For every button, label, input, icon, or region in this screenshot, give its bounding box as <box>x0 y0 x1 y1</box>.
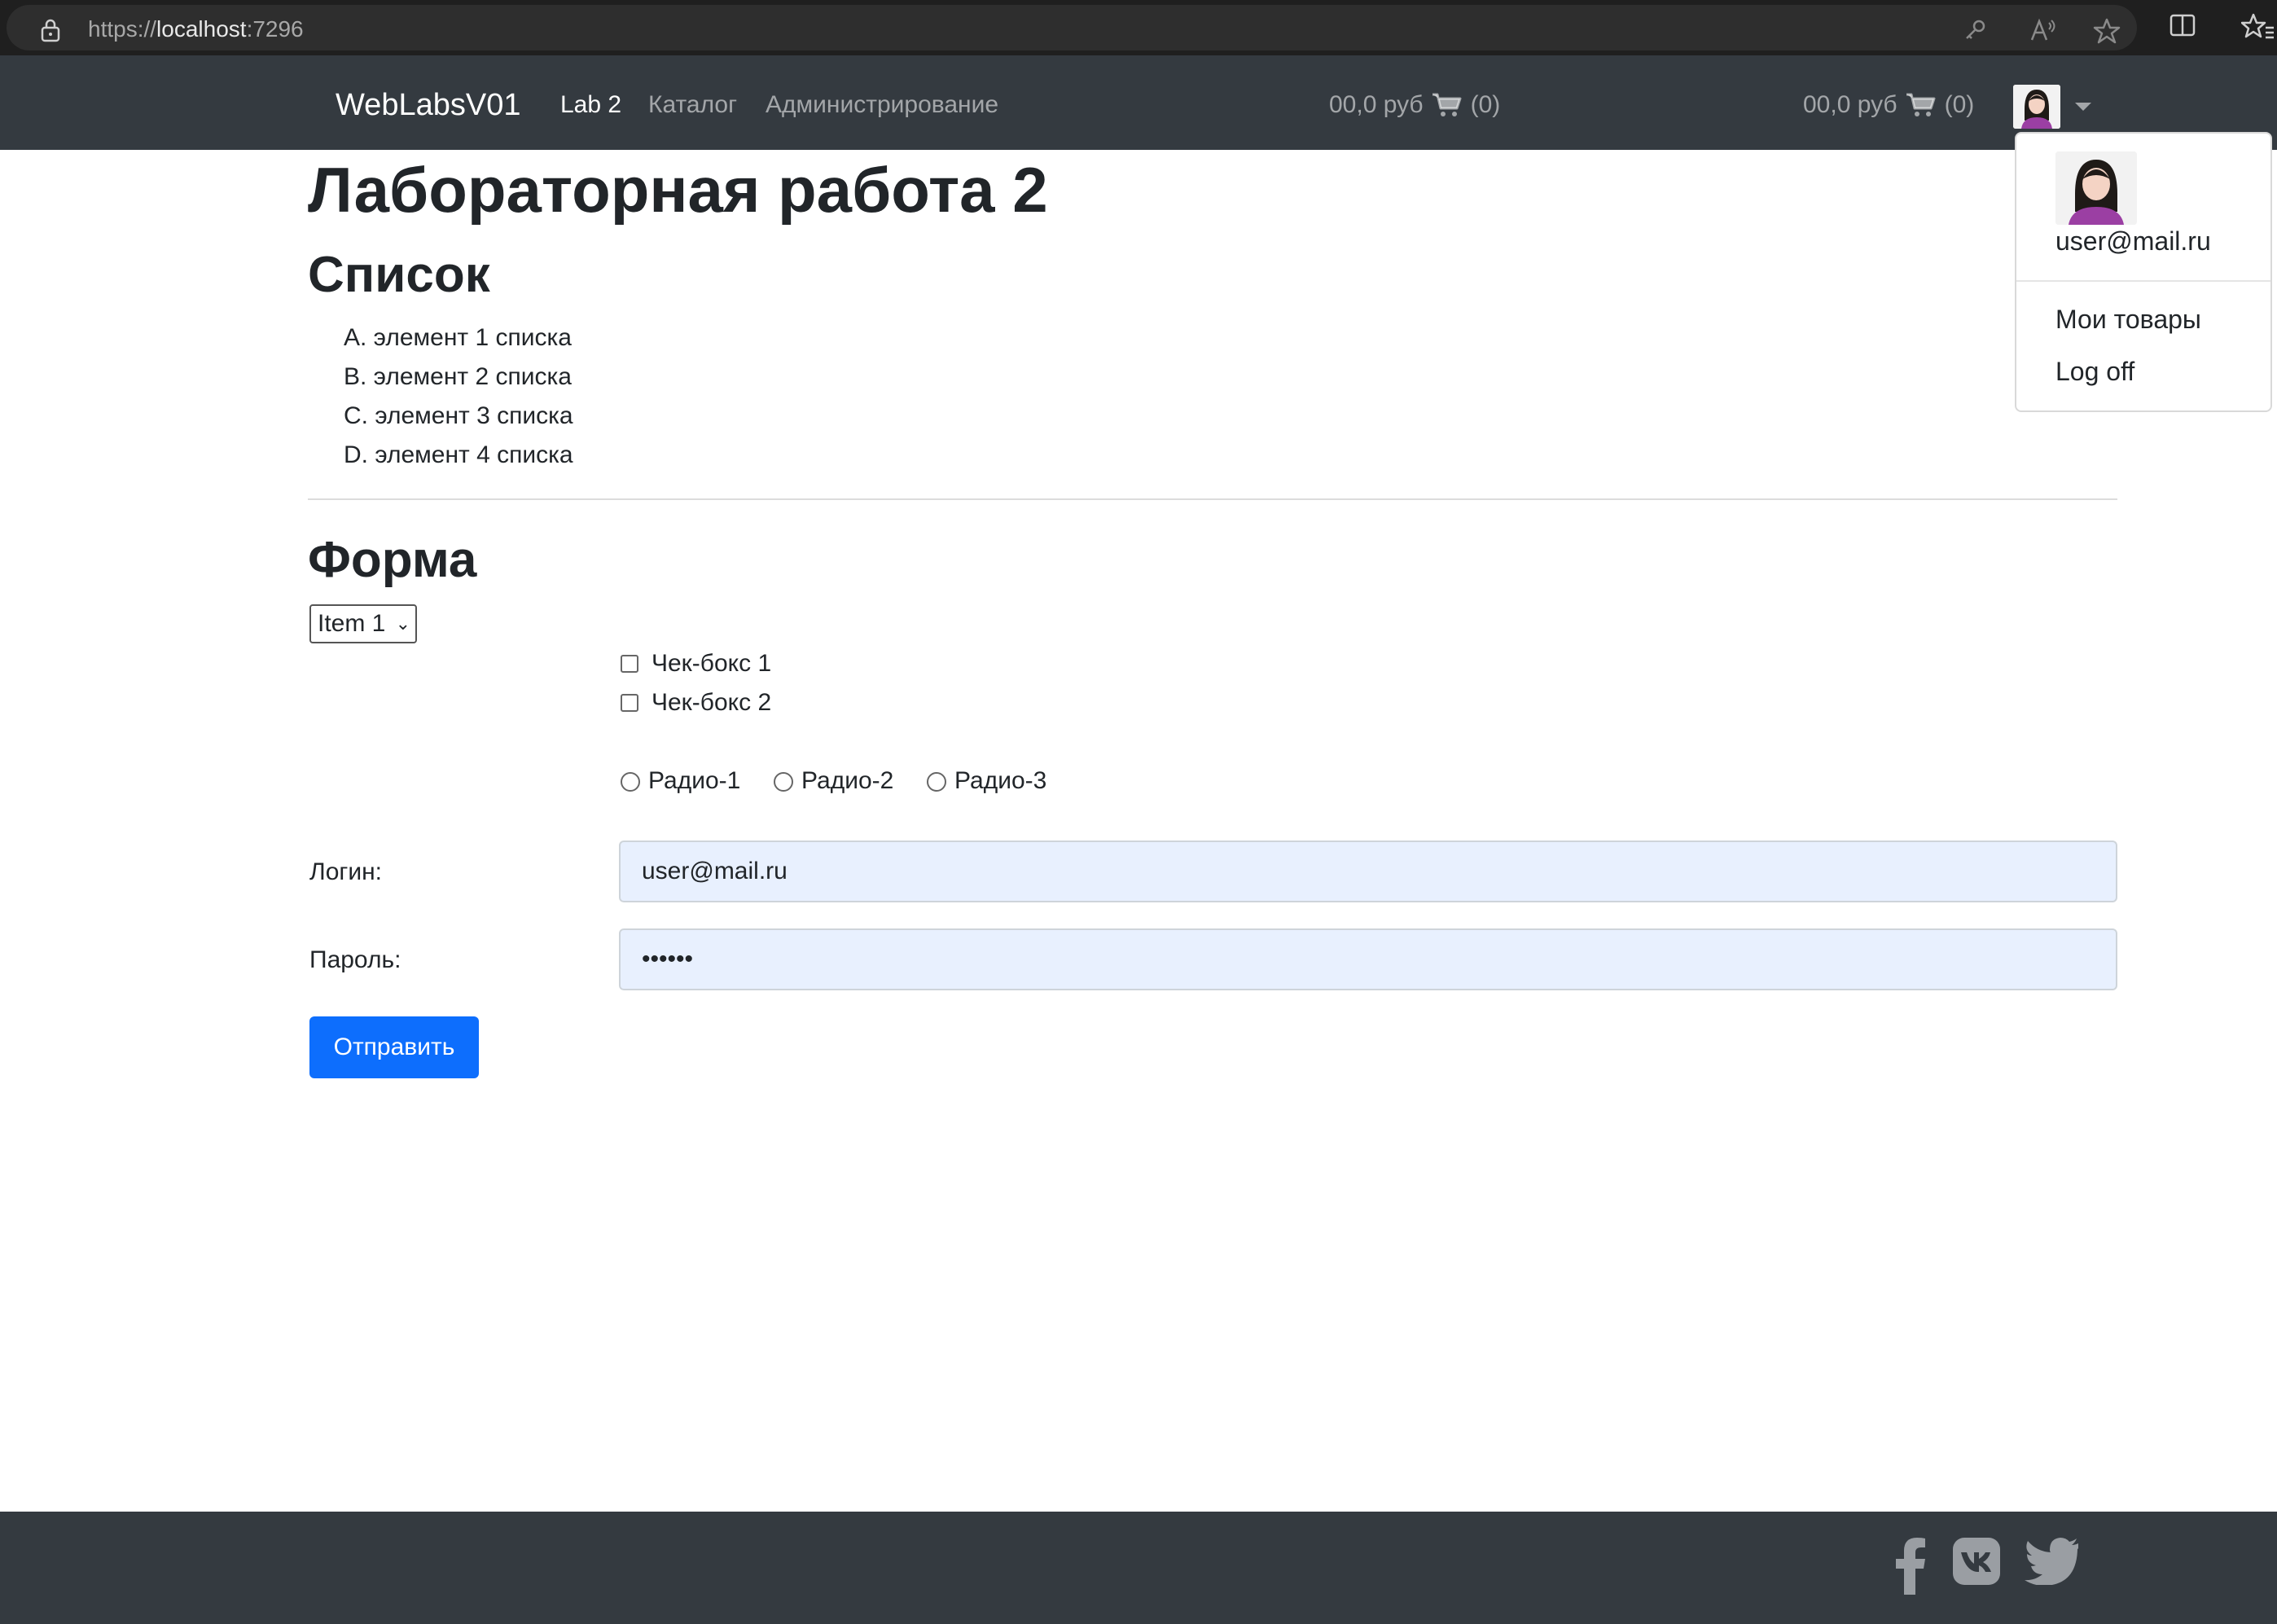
form-heading: Форма <box>308 532 477 588</box>
item-select[interactable]: Item 1 ⌄ <box>309 604 417 643</box>
url-host: localhost <box>156 16 247 42</box>
list-item: A. элемент 1 списка <box>344 324 572 351</box>
divider <box>308 498 2117 500</box>
cart-link-1[interactable]: 00,0 руб (0) <box>1329 91 1500 119</box>
list-item: C. элемент 3 списка <box>344 402 573 429</box>
nav-catalog[interactable]: Каталог <box>648 91 737 119</box>
vk-icon[interactable] <box>1953 1538 2000 1589</box>
cart-count: (0) <box>1470 91 1501 118</box>
login-label: Логин: <box>309 858 382 885</box>
key-icon[interactable] <box>1963 18 1987 46</box>
checkbox-1-label[interactable]: Чек-бокс 1 <box>652 650 771 678</box>
submit-button[interactable]: Отправить <box>309 1016 479 1078</box>
shopping-cart-icon <box>1906 92 1937 118</box>
list-heading: Список <box>308 247 490 303</box>
radio-2-label[interactable]: Радио-2 <box>801 767 893 795</box>
password-label: Пароль: <box>309 946 401 973</box>
user-dropdown-menu: user@mail.ru Мои товары Log off <box>2015 132 2272 412</box>
favorite-star-icon[interactable] <box>2093 18 2121 48</box>
cart-link-2[interactable]: 00,0 руб (0) <box>1803 91 1974 119</box>
chevron-down-icon: ⌄ <box>395 613 410 634</box>
url-scheme: https:// <box>88 16 157 42</box>
list-item: D. элемент 4 списка <box>344 441 573 468</box>
read-aloud-icon[interactable] <box>2029 18 2055 46</box>
radio-1-label[interactable]: Радио-1 <box>648 767 740 795</box>
navbar: WebLabsV01 Lab 2 Каталог Администрирован… <box>0 55 2277 150</box>
chevron-down-icon <box>2075 103 2091 111</box>
login-input[interactable]: user@mail.ru <box>619 841 2117 902</box>
brand-link[interactable]: WebLabsV01 <box>336 88 520 123</box>
browser-toolbar: https://localhost:7296 <box>0 0 2277 55</box>
radio-3[interactable] <box>927 772 946 792</box>
radio-3-label[interactable]: Радио-3 <box>954 767 1046 795</box>
nav-lab2[interactable]: Lab 2 <box>560 91 621 119</box>
radio-2[interactable] <box>774 772 793 792</box>
checkbox-1[interactable] <box>621 655 638 673</box>
radio-1[interactable] <box>621 772 640 792</box>
url-port: :7296 <box>246 16 304 42</box>
avatar <box>2013 85 2060 129</box>
log-off-link[interactable]: Log off <box>2055 357 2134 387</box>
split-screen-icon[interactable] <box>2170 13 2196 42</box>
user-email: user@mail.ru <box>2055 226 2211 256</box>
twitter-icon[interactable] <box>2025 1538 2083 1589</box>
url-text[interactable]: https://localhost:7296 <box>88 16 304 42</box>
lock-icon[interactable] <box>39 18 62 46</box>
cart-count: (0) <box>1944 91 1975 118</box>
checkbox-2[interactable] <box>621 694 638 712</box>
page-title: Лабораторная работа 2 <box>308 154 1048 226</box>
favorites-icon[interactable] <box>2240 13 2274 43</box>
nav-admin[interactable]: Администрирование <box>766 91 998 119</box>
avatar <box>2055 151 2137 225</box>
cart-amount: 00,0 руб <box>1803 91 1898 118</box>
password-input[interactable]: •••••• <box>619 928 2117 990</box>
facebook-icon[interactable] <box>1894 1538 1927 1599</box>
my-products-link[interactable]: Мои товары <box>2055 305 2201 335</box>
list-item: B. элемент 2 списка <box>344 363 572 390</box>
select-value: Item 1 <box>318 610 386 637</box>
shopping-cart-icon <box>1432 92 1463 118</box>
checkbox-2-label[interactable]: Чек-бокс 2 <box>652 689 771 717</box>
footer <box>0 1512 2277 1624</box>
cart-amount: 00,0 руб <box>1329 91 1424 118</box>
address-bar[interactable]: https://localhost:7296 <box>7 5 2137 50</box>
user-menu-toggle[interactable] <box>2013 85 2099 130</box>
dropdown-divider <box>2016 280 2270 282</box>
